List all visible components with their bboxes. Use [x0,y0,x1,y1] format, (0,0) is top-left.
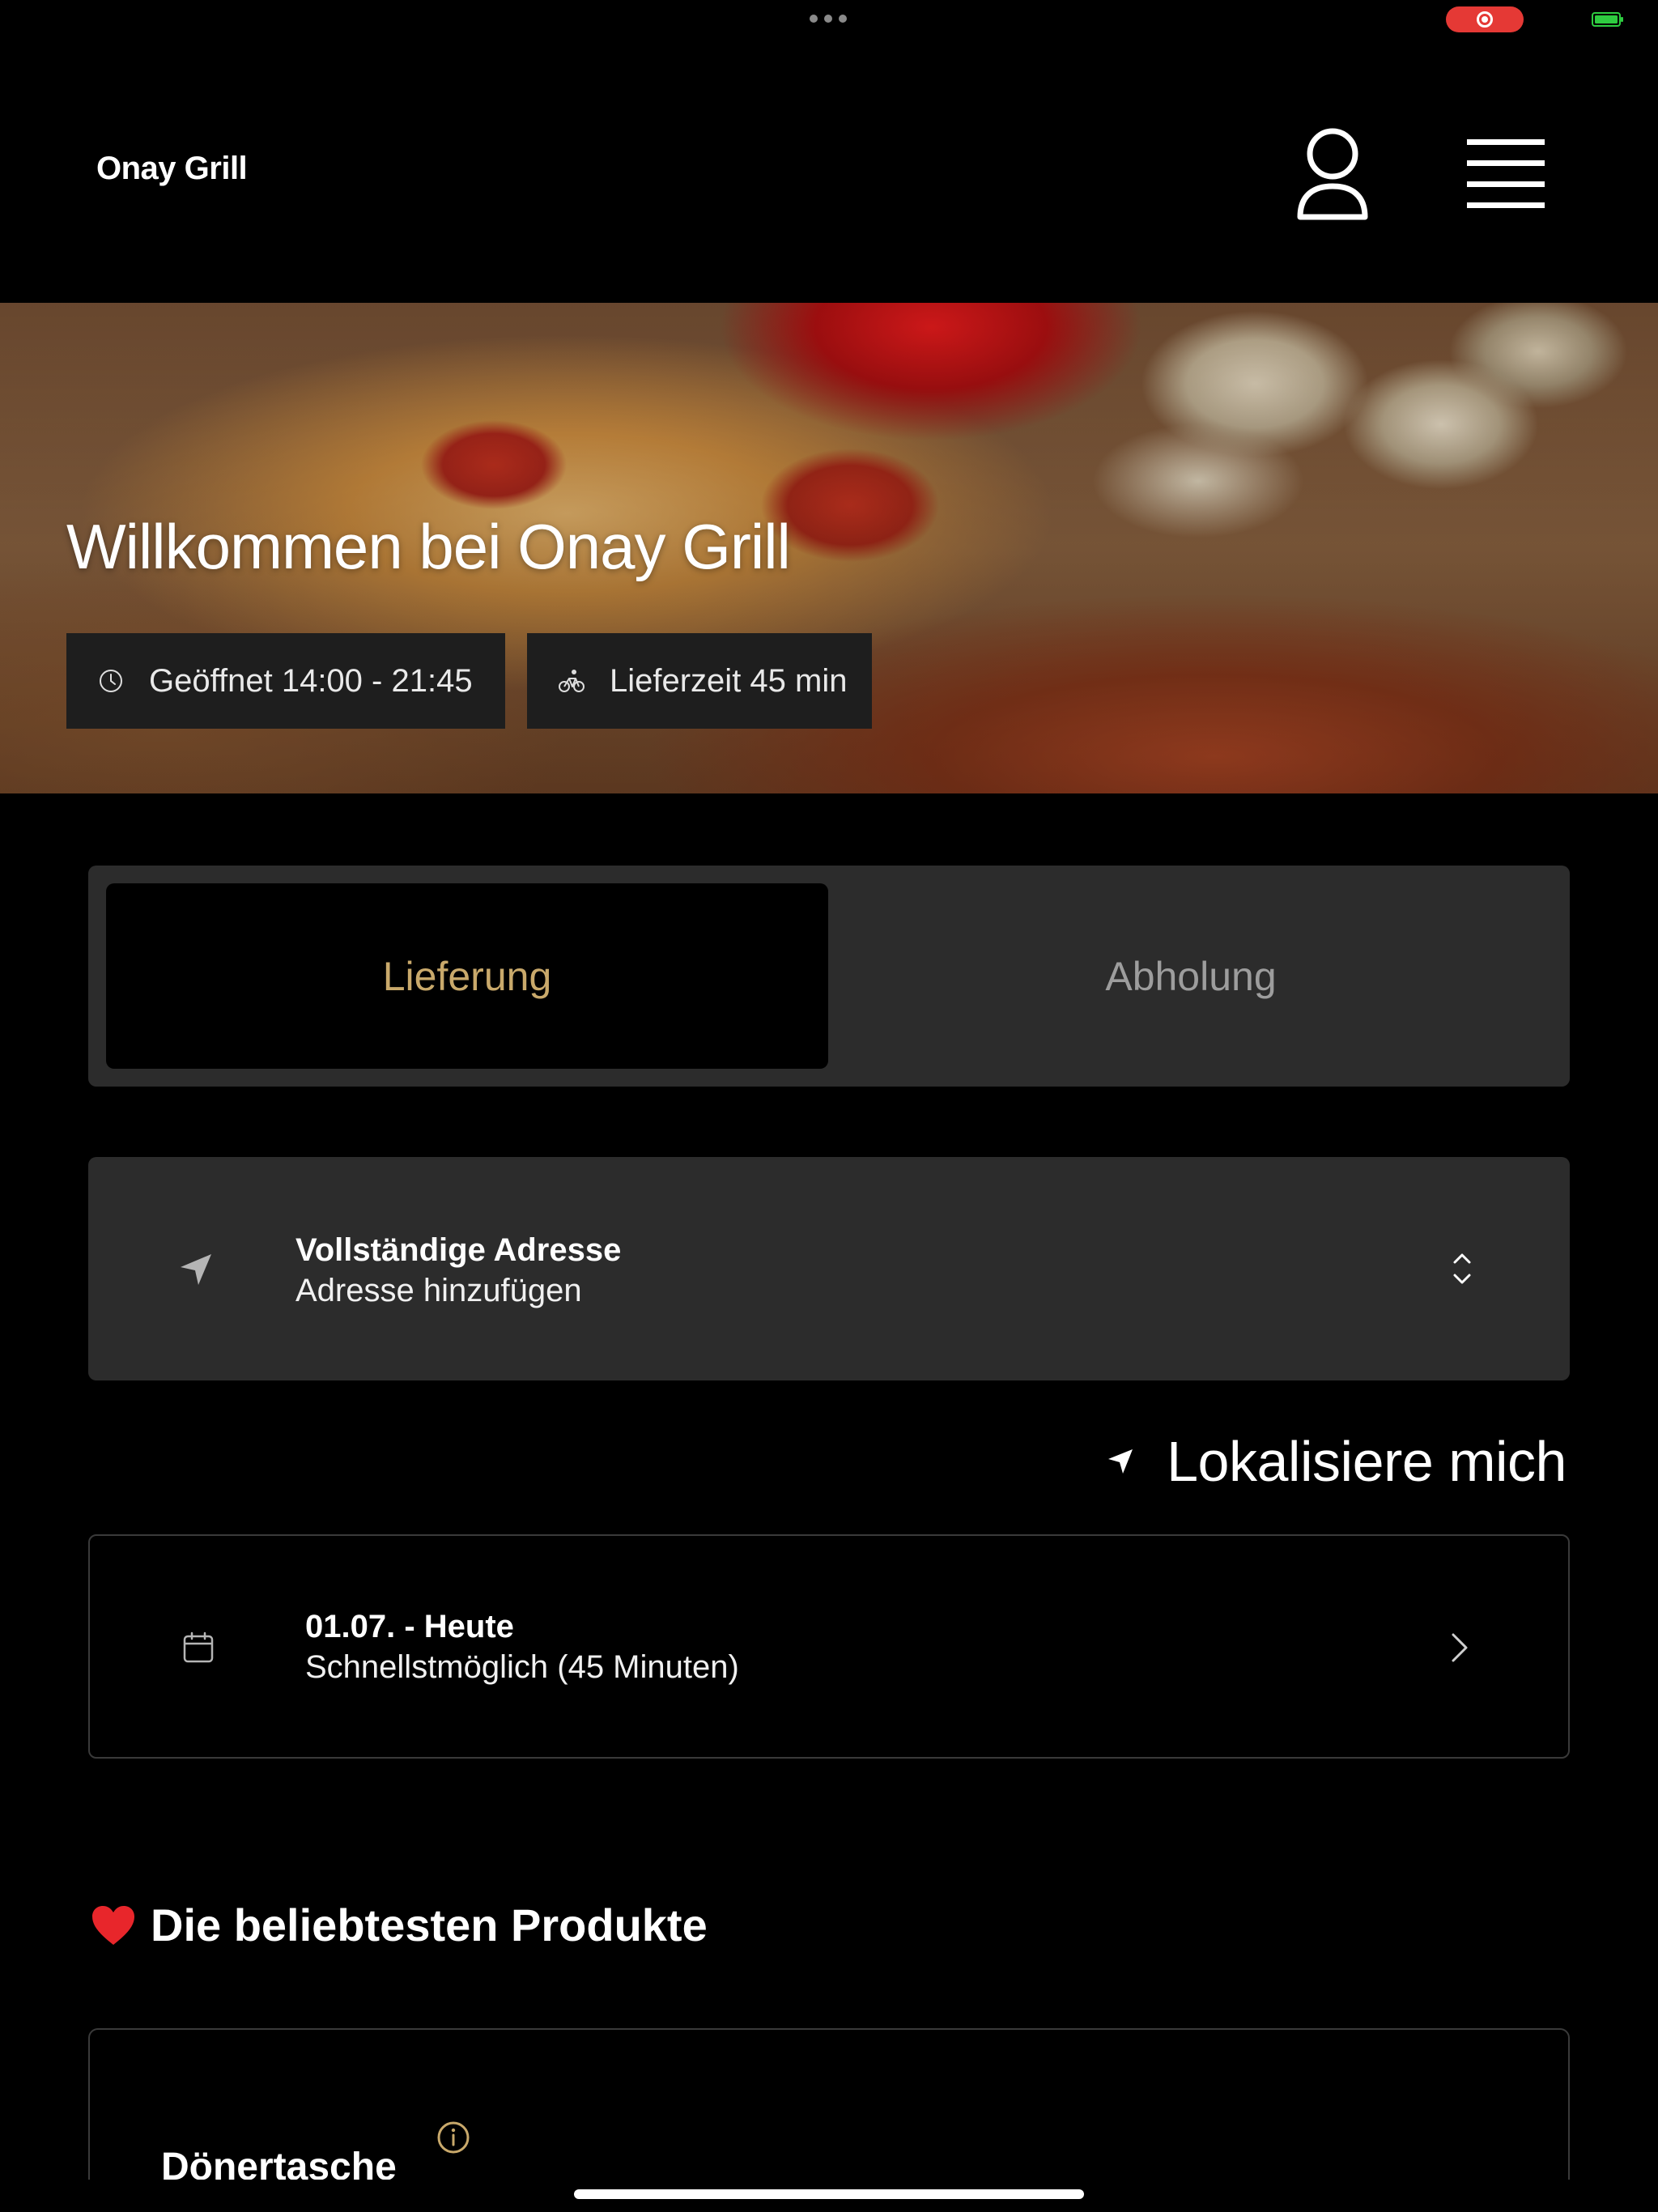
chevron-right-icon [1452,1633,1468,1662]
location-arrow-icon [1108,1449,1133,1474]
address-selector[interactable]: Vollständige Adresse Adresse hinzufügen [88,1157,1570,1380]
locate-me-label: Lokalisiere mich [1167,1430,1567,1493]
home-indicator[interactable] [574,2189,1084,2199]
clock-icon [100,670,122,692]
address-title: Vollständige Adresse [295,1232,622,1268]
status-bar [0,0,1658,39]
hero-banner: Willkommen bei Onay Grill Geöffnet 14:00… [0,303,1658,793]
info-icon[interactable] [436,2121,470,2155]
app-header: Onay Grill [0,39,1658,303]
section-title-popular-products: Die beliebtesten Produkte [91,1899,708,1951]
screen-recording-indicator[interactable] [1446,6,1524,32]
tab-abholung[interactable]: Abholung [830,883,1552,1069]
person-icon[interactable] [1292,126,1373,223]
location-arrow-icon [181,1254,211,1285]
delivery-time-selector[interactable]: 01.07. - Heute Schnellstmöglich (45 Minu… [88,1534,1570,1759]
hamburger-menu-icon[interactable] [1464,136,1548,214]
tab-lieferung[interactable]: Lieferung [106,883,828,1069]
delivery-time-label: Lieferzeit 45 min [610,662,848,699]
multitasking-dots-icon[interactable] [810,15,847,23]
locate-me-button[interactable]: Lokalisiere mich [1107,1429,1567,1494]
popular-heading-label: Die beliebtesten Produkte [151,1899,708,1950]
welcome-title: Willkommen bei Onay Grill [66,511,791,582]
chevron-up-down-icon [1453,1253,1471,1284]
heart-icon [92,1905,134,1945]
opening-hours-label: Geöffnet 14:00 - 21:45 [149,662,473,699]
delivery-time-chip: Lieferzeit 45 min [527,633,872,729]
calendar-icon [183,1631,214,1663]
delivery-time-option: Schnellstmöglich (45 Minuten) [305,1649,739,1685]
delivery-date: 01.07. - Heute [305,1609,514,1644]
order-mode-switch: Lieferung Abholung [88,866,1570,1087]
battery-icon [1592,12,1623,27]
bicycle-icon [559,670,585,692]
brand-name[interactable]: Onay Grill [96,151,248,187]
opening-hours-chip: Geöffnet 14:00 - 21:45 [66,633,505,729]
address-subtitle: Adresse hinzufügen [295,1273,582,1308]
